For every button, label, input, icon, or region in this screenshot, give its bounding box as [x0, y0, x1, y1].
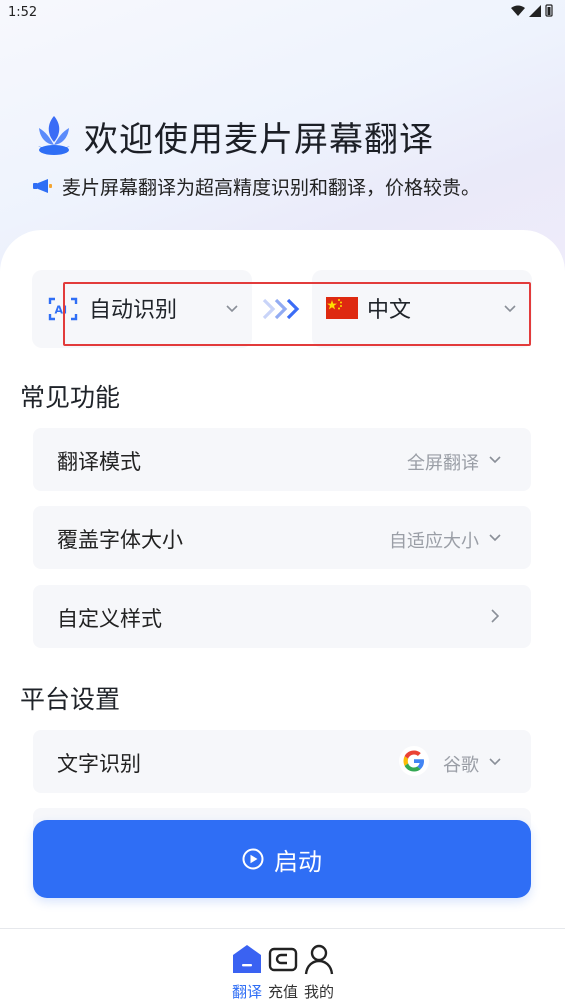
- text-recognition-row[interactable]: 文字识别 谷歌: [33, 730, 531, 793]
- tab-label: 我的: [303, 983, 334, 1001]
- tab-profile[interactable]: 我的: [299, 929, 339, 1001]
- welcome-title: 欢迎使用麦片屏幕翻译: [84, 120, 434, 160]
- chevron-down-icon: [489, 534, 501, 542]
- row-label: 自定义样式: [57, 607, 162, 631]
- google-icon: [399, 746, 429, 776]
- status-bar: 1:52: [0, 0, 565, 24]
- start-button[interactable]: 启动: [33, 820, 531, 898]
- wallet-icon: [268, 947, 298, 972]
- person-icon: [304, 944, 334, 975]
- status-time: 1:52: [8, 5, 38, 20]
- row-value: 谷歌: [443, 755, 479, 776]
- highlight-box: [63, 282, 531, 346]
- notice-text: 麦片屏幕翻译为超高精度识别和翻译，价格较贵。: [62, 176, 481, 199]
- wifi-icon: [511, 5, 525, 16]
- notice-banner: 麦片屏幕翻译为超高精度识别和翻译，价格较贵。: [32, 172, 552, 200]
- row-label: 文字识别: [57, 752, 141, 776]
- row-value: 自适应大小: [389, 531, 479, 552]
- chevron-down-icon: [489, 758, 501, 766]
- tab-recharge[interactable]: 充值: [263, 929, 303, 1001]
- chevron-right-icon: [491, 609, 499, 623]
- play-circle-icon: [242, 848, 264, 870]
- tab-translate[interactable]: 翻译: [227, 929, 267, 1001]
- home-icon: [233, 945, 261, 973]
- custom-style-row[interactable]: 自定义样式: [33, 585, 531, 648]
- platform-settings-title: 平台设置: [20, 685, 121, 714]
- bottom-navigation: 翻译 充值 我的: [0, 928, 565, 1005]
- start-button-label: 启动: [274, 847, 322, 876]
- row-label: 覆盖字体大小: [57, 528, 183, 552]
- status-icons: [511, 4, 553, 17]
- common-functions-title: 常见功能: [20, 383, 121, 412]
- tab-label: 翻译: [231, 983, 262, 1001]
- row-label: 翻译模式: [57, 450, 141, 474]
- megaphone-icon: [33, 179, 52, 193]
- signal-icon: [529, 4, 541, 17]
- translation-mode-row[interactable]: 翻译模式 全屏翻译: [33, 428, 531, 491]
- chevron-down-icon: [489, 456, 501, 464]
- overlay-font-size-row[interactable]: 覆盖字体大小 自适应大小: [33, 506, 531, 569]
- tab-label: 充值: [267, 983, 298, 1001]
- battery-icon: [545, 4, 553, 17]
- row-value: 全屏翻译: [407, 453, 479, 474]
- app-logo-icon: [38, 116, 70, 155]
